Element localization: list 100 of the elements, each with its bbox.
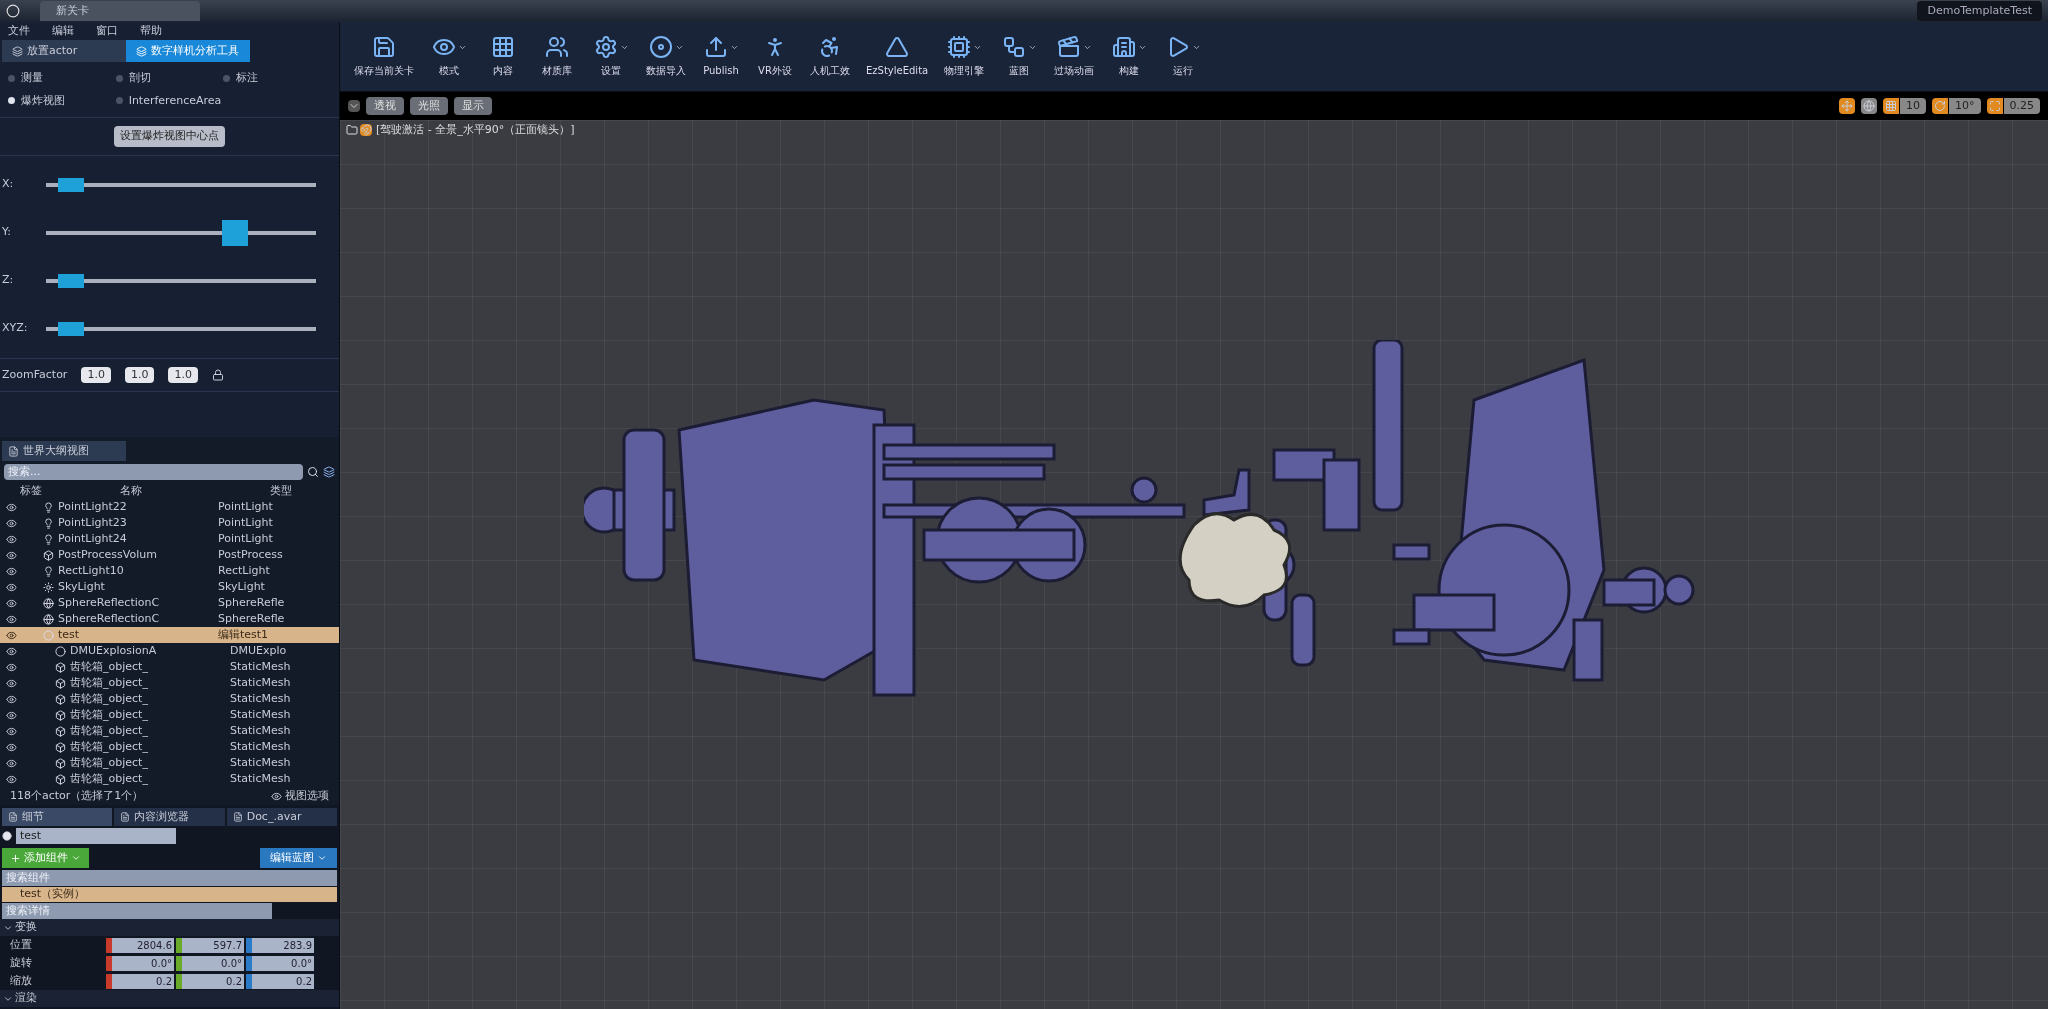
menu-item[interactable]: 帮助 [140, 22, 162, 40]
visibility-icon[interactable] [6, 677, 17, 689]
visibility-icon[interactable] [6, 613, 17, 625]
snap-value[interactable]: 10° [1949, 98, 1981, 114]
tool-tab[interactable]: 放置actor [2, 40, 126, 62]
search-icon[interactable] [307, 466, 319, 478]
snap-value[interactable]: 0.25 [2003, 98, 2040, 114]
zoom-factor-field[interactable]: 1.0 [168, 366, 198, 383]
property-value-field[interactable]: 0.2 [112, 973, 174, 989]
visibility-icon[interactable] [6, 773, 17, 785]
slider-thumb[interactable] [58, 177, 85, 192]
name-field[interactable]: test [16, 828, 176, 844]
details-tab[interactable]: 内容浏览器 [114, 808, 225, 826]
viewport-button[interactable]: 透视 [366, 97, 404, 115]
outliner-row[interactable]: 齿轮箱_object_ StaticMesh [0, 675, 339, 691]
outliner-row[interactable]: SphereReflectionC SphereRefle [0, 595, 339, 611]
toolbar-button[interactable]: 内容 [480, 28, 526, 85]
visibility-icon[interactable] [6, 661, 17, 673]
visibility-icon[interactable] [6, 549, 17, 561]
toolbar-button[interactable]: 模式 [426, 28, 472, 85]
outliner-row[interactable]: 齿轮箱_object_ StaticMesh [0, 739, 339, 755]
menu-item[interactable]: 编辑 [52, 22, 74, 40]
mode-radio[interactable]: InterferenceArea [115, 92, 224, 109]
outliner-row[interactable]: 齿轮箱_object_ StaticMesh [0, 723, 339, 739]
outliner-row[interactable]: test 编辑test1 [0, 627, 339, 643]
menu-item[interactable]: 窗口 [96, 22, 118, 40]
component-search-field[interactable]: 搜索组件 [2, 870, 337, 886]
toolbar-button[interactable]: VR外设 [752, 28, 798, 85]
outliner-row[interactable]: 齿轮箱_object_ StaticMesh [0, 771, 339, 787]
property-value-field[interactable]: 0.0° [182, 955, 244, 971]
visibility-icon[interactable] [6, 645, 17, 657]
zoom-factor-field[interactable]: 1.0 [124, 366, 155, 383]
details-tab[interactable]: 细节 [2, 808, 113, 826]
outliner-row[interactable]: 齿轮箱_object_ StaticMesh [0, 755, 339, 771]
property-value-field[interactable]: 0.0° [252, 955, 314, 971]
lock-icon[interactable] [211, 368, 224, 381]
visibility-icon[interactable] [6, 757, 17, 769]
globe-icon[interactable] [1861, 98, 1877, 114]
mode-radio[interactable]: 测量 [8, 70, 116, 87]
rotate-snap-icon[interactable] [1932, 98, 1948, 114]
toolbar-button[interactable]: EzStyleEdita [862, 28, 933, 85]
set-center-button[interactable]: 设置爆炸视图中心点 [114, 126, 225, 147]
component-row[interactable]: test（实例） [2, 887, 337, 902]
viewport-grid[interactable]: [驾驶激活 - 全景_水平90°（正面镜头）] [340, 120, 2048, 1009]
column-header[interactable]: 标签 [0, 482, 120, 500]
property-value-field[interactable]: 2804.6 [112, 937, 174, 953]
toolbar-button[interactable]: 运行 [1160, 28, 1207, 85]
move-icon[interactable] [1839, 98, 1855, 114]
visibility-icon[interactable] [6, 725, 17, 737]
toolbar-button[interactable]: Publish [698, 28, 744, 85]
details-tab[interactable]: Doc_.avar [226, 808, 337, 826]
scale-snap-icon[interactable] [1986, 98, 2003, 114]
toolbar-button[interactable]: 保存当前关卡 [350, 28, 418, 85]
visibility-icon[interactable] [6, 565, 17, 577]
toolbar-button[interactable]: 人机工效 [806, 28, 854, 85]
outliner-row[interactable]: RectLight10 RectLight [0, 563, 339, 579]
toolbar-button[interactable]: 构建 [1106, 28, 1153, 85]
toolbar-button[interactable]: 物理引擎 [940, 28, 989, 85]
details-search-field[interactable]: 搜索详情 [2, 903, 272, 919]
visibility-icon[interactable] [6, 741, 17, 753]
filter-icon[interactable] [323, 466, 335, 478]
viewport-menu-icon[interactable] [348, 100, 360, 112]
column-header[interactable]: 名称 [120, 482, 270, 500]
toolbar-button[interactable]: 设置 [588, 28, 634, 85]
outliner-search-field[interactable]: 搜索... [4, 464, 303, 480]
mode-radio[interactable]: 标注 [223, 70, 331, 87]
outliner-row[interactable]: 齿轮箱_object_ StaticMesh [0, 707, 339, 723]
slider-thumb[interactable] [58, 273, 85, 288]
tool-tab[interactable]: 数字样机分析工具 [126, 40, 250, 62]
property-value-field[interactable]: 283.9 [252, 937, 314, 953]
outliner-tab[interactable]: 世界大纲视图 [2, 441, 126, 461]
toolbar-button[interactable]: 数据导入 [642, 28, 690, 85]
outliner-row[interactable]: PointLight23 PointLight [0, 515, 339, 531]
toolbar-button[interactable]: 蓝图 [996, 28, 1043, 85]
outliner-row[interactable]: PostProcessVolum PostProcess [0, 547, 339, 563]
edit-blueprint-button[interactable]: 编辑蓝图 [260, 848, 337, 868]
section-header[interactable]: 渲染 [0, 990, 339, 1007]
visibility-icon[interactable] [6, 501, 17, 513]
visibility-icon[interactable] [6, 533, 17, 545]
outliner-row[interactable]: PointLight22 PointLight [0, 499, 339, 515]
property-value-field[interactable]: 0.0° [112, 955, 174, 971]
visibility-icon[interactable] [6, 517, 17, 529]
viewport-button[interactable]: 显示 [454, 97, 492, 115]
property-value-field[interactable]: 0.2 [182, 973, 244, 989]
slider-thumb[interactable] [58, 321, 85, 336]
menu-item[interactable]: 文件 [8, 22, 30, 40]
slider-thumb[interactable] [221, 219, 248, 246]
toolbar-button[interactable]: 过场动画 [1050, 28, 1099, 85]
property-value-field[interactable]: 597.7 [182, 937, 244, 953]
outliner-row[interactable]: 齿轮箱_object_ StaticMesh [0, 691, 339, 707]
view-options-button[interactable]: 视图选项 [271, 787, 329, 805]
visibility-icon[interactable] [6, 581, 17, 593]
visibility-icon[interactable] [6, 709, 17, 721]
outliner-row[interactable]: SkyLight SkyLight [0, 579, 339, 595]
outliner-row[interactable]: PointLight24 PointLight [0, 531, 339, 547]
outliner-row[interactable]: SphereReflectionC SphereRefle [0, 611, 339, 627]
visibility-icon[interactable] [6, 693, 17, 705]
column-header[interactable]: 类型 [270, 482, 292, 500]
visibility-icon[interactable] [6, 597, 17, 609]
section-header[interactable]: 变换 [0, 919, 339, 936]
